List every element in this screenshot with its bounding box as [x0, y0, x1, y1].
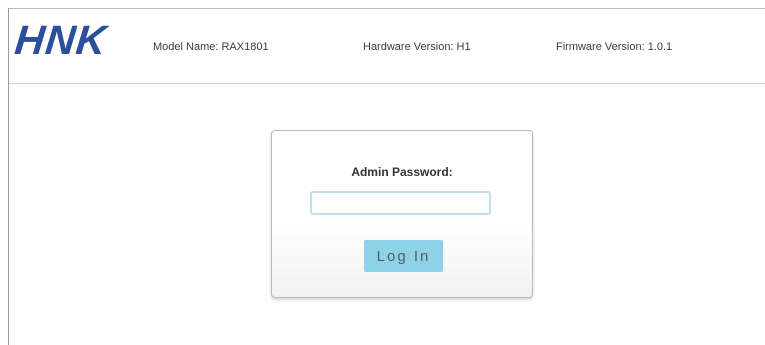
admin-password-input[interactable] [310, 191, 491, 215]
log-in-button[interactable]: Log In [364, 240, 443, 272]
model-name-text: Model Name: RAX1801 [153, 41, 269, 53]
page-frame: HNK Model Name: RAX1801 Hardware Version… [8, 8, 765, 345]
hardware-version-text: Hardware Version: H1 [363, 41, 471, 53]
firmware-version-text: Firmware Version: 1.0.1 [556, 41, 673, 53]
login-panel: Admin Password: Log In [271, 130, 533, 298]
brand-logo: HNK [12, 17, 110, 63]
admin-password-label: Admin Password: [351, 165, 453, 179]
header-bar: HNK Model Name: RAX1801 Hardware Version… [9, 9, 765, 84]
